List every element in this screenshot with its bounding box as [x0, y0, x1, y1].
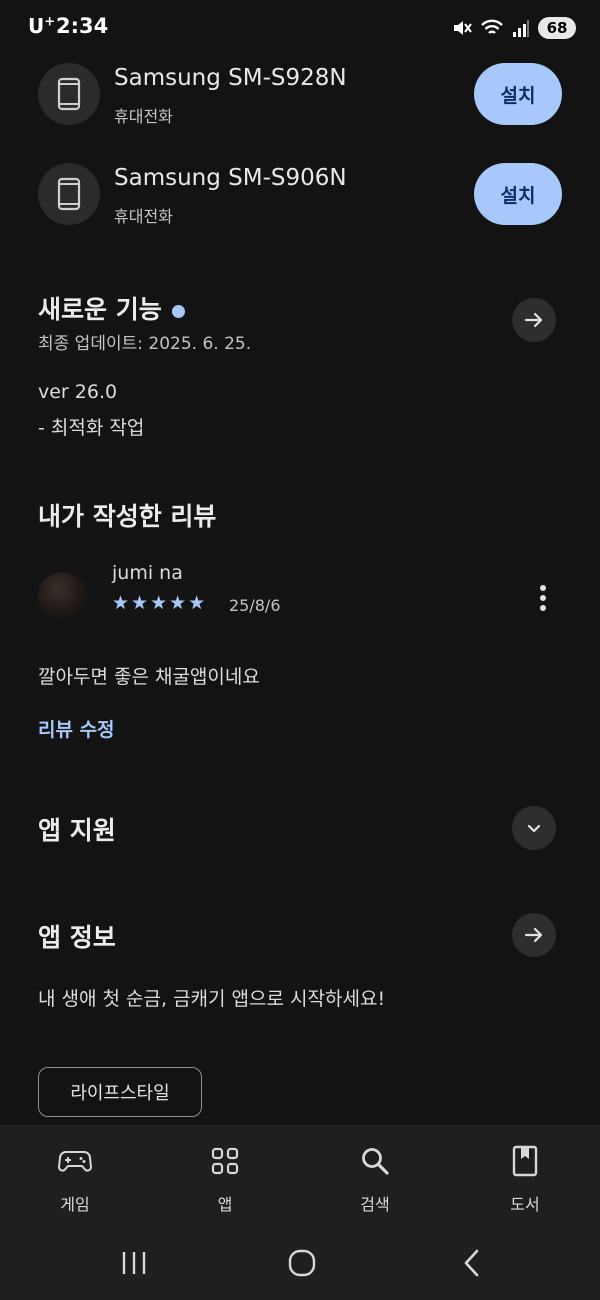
version-text: ver 26.0: [38, 381, 118, 403]
whats-new-arrow-button[interactable]: [512, 298, 556, 342]
nav-label: 앱: [217, 1195, 233, 1214]
signal-icon: [513, 20, 529, 37]
nav-label: 게임: [60, 1195, 90, 1214]
chevron-down-icon: [527, 824, 541, 833]
nav-item-games[interactable]: 게임: [20, 1125, 130, 1235]
recent-apps-icon[interactable]: [118, 1249, 150, 1277]
phone-icon: [38, 63, 100, 125]
back-icon[interactable]: [458, 1247, 486, 1279]
avatar: [38, 572, 88, 622]
nav-item-books[interactable]: 도서: [470, 1125, 580, 1235]
app-support-heading[interactable]: 앱 지원: [38, 811, 116, 847]
app-info-arrow-button[interactable]: [512, 913, 556, 957]
new-indicator-dot: [171, 304, 185, 318]
status-icons: 68: [452, 14, 576, 42]
device-type: 휴대전화: [114, 207, 173, 226]
edit-review-link[interactable]: 리뷰 수정: [38, 715, 115, 742]
device-row: Samsung SM-S928N 휴대전화 설치: [0, 63, 600, 153]
more-options-icon[interactable]: [528, 580, 558, 616]
wifi-icon: [481, 19, 503, 34]
app-description: 내 생애 첫 순금, 금캐기 앱으로 시작하세요!: [38, 988, 386, 1010]
phone-icon: [38, 163, 100, 225]
device-name: Samsung SM-S928N: [114, 65, 347, 91]
my-review-heading: 내가 작성한 리뷰: [38, 502, 217, 531]
mute-icon: [454, 21, 472, 35]
app-info-heading[interactable]: 앱 정보: [38, 918, 116, 954]
category-chip[interactable]: 라이프스타일: [38, 1067, 202, 1117]
gamepad-icon: [57, 1143, 93, 1179]
nav-item-search[interactable]: 검색: [320, 1125, 430, 1235]
review-author: jumi na: [112, 562, 183, 584]
bottom-navigation: 게임 앱 검색 도서: [0, 1125, 600, 1235]
install-button[interactable]: 설치: [474, 63, 562, 125]
arrow-right-icon: [524, 312, 543, 328]
review-date: 25/8/6: [229, 596, 281, 615]
device-name: Samsung SM-S906N: [114, 165, 347, 191]
arrow-right-icon: [524, 927, 543, 943]
device-type: 휴대전화: [114, 107, 173, 126]
install-button[interactable]: 설치: [474, 163, 562, 225]
nav-label: 검색: [360, 1195, 390, 1214]
nav-item-apps[interactable]: 앱: [170, 1125, 280, 1235]
status-time: 2:34: [56, 14, 109, 38]
nav-label: 도서: [510, 1195, 540, 1214]
home-icon[interactable]: [286, 1247, 318, 1279]
device-row: Samsung SM-S906N 휴대전화 설치: [0, 163, 600, 253]
status-bar: U+ 2:34 68: [0, 0, 600, 56]
release-notes-text: - 최적화 작업: [38, 417, 145, 439]
battery-badge: 68: [538, 17, 576, 39]
system-navigation-bar: [0, 1235, 600, 1300]
whats-new-heading[interactable]: 새로운 기능: [38, 290, 185, 326]
review-text: 깔아두면 좋은 채굴앱이네요: [38, 666, 260, 688]
app-support-expand-button[interactable]: [512, 806, 556, 850]
search-icon: [357, 1143, 393, 1179]
book-icon: [507, 1143, 543, 1179]
carrier-label: U+: [28, 14, 56, 38]
apps-grid-icon: [207, 1143, 243, 1179]
last-updated-text: 최종 업데이트: 2025. 6. 25.: [38, 334, 252, 354]
star-rating: ★★★★★: [112, 592, 208, 614]
